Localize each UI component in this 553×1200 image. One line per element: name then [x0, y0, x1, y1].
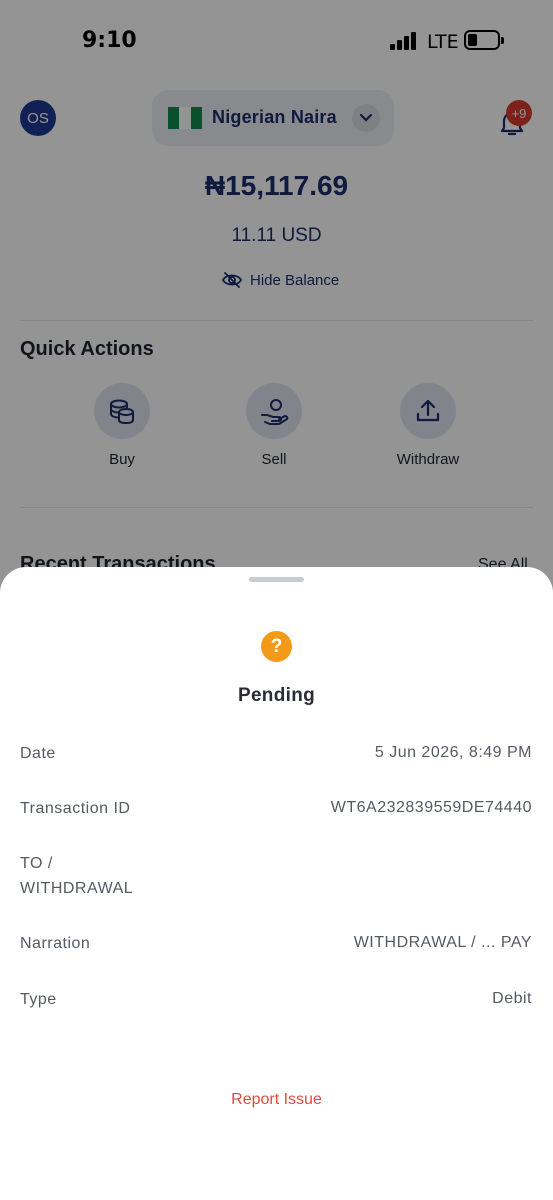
question-mark-icon: ?	[261, 631, 292, 662]
narration-value: WITHDRAWAL / ... PAY	[353, 934, 532, 951]
transaction-id-value: WT6A232839559DE74440	[330, 799, 532, 816]
recipient-label: TO / WITHDRAWAL	[20, 855, 134, 897]
date-value: 5 Jun 2026, 8:49 PM	[374, 744, 532, 761]
date-label: Date	[20, 745, 56, 762]
report-issue-button[interactable]: Report Issue	[0, 1091, 553, 1109]
transaction-details-sheet: ? Pending Date 5 Jun 2026, 8:49 PM Trans…	[0, 567, 553, 1200]
sheet-drag-handle[interactable]	[249, 577, 304, 582]
transaction-id-label: Transaction ID	[20, 800, 131, 817]
transaction-status: Pending	[237, 685, 316, 706]
narration-label: Narration	[20, 935, 91, 952]
type-value: Debit	[492, 990, 532, 1007]
type-label: Type	[20, 991, 57, 1008]
